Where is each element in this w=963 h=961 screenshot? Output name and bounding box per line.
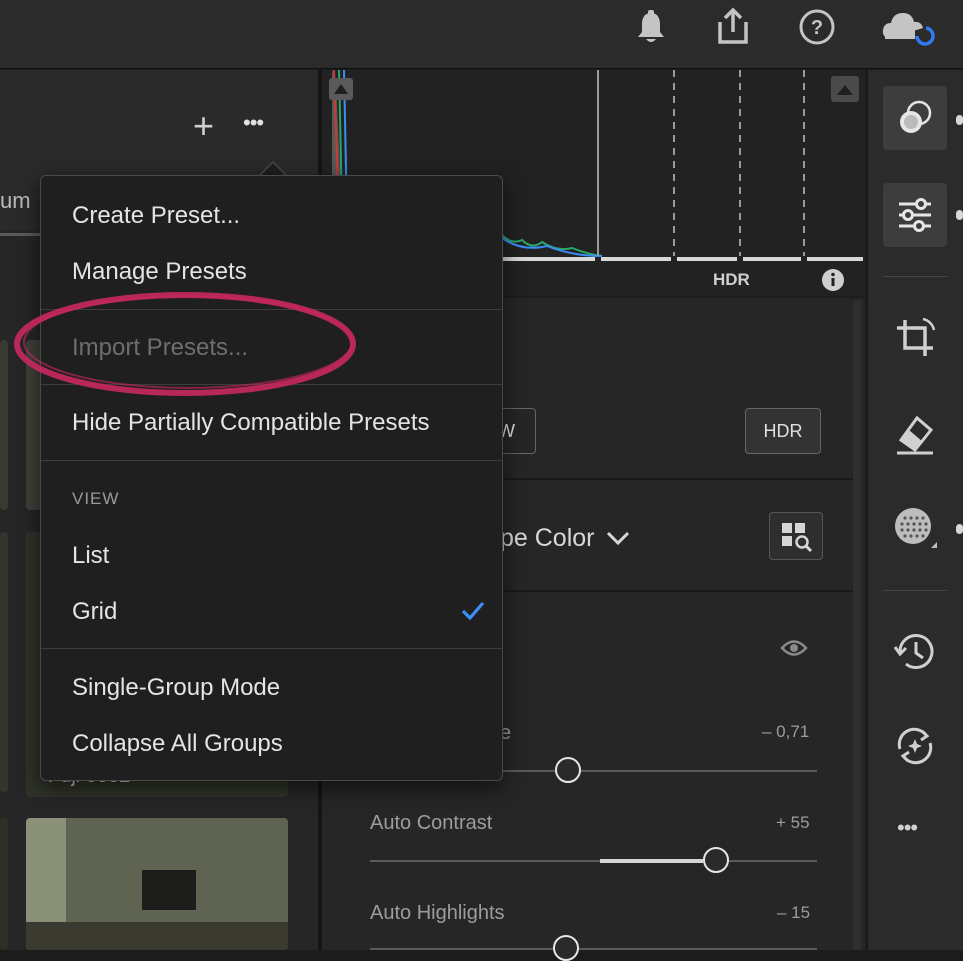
menu-item-grid[interactable]: Grid — [72, 598, 117, 626]
top-bar: ? — [0, 0, 963, 69]
toolbar-separator — [883, 590, 947, 591]
presets-options-menu: Create Preset... Manage Presets Import P… — [40, 175, 503, 781]
preset-thumbnail-room[interactable] — [26, 818, 288, 950]
menu-item-collapse-all-groups[interactable]: Collapse All Groups — [72, 730, 283, 758]
versions-icon — [897, 727, 933, 765]
scrollbar[interactable] — [853, 300, 861, 950]
chevron-down-icon — [606, 531, 629, 546]
versions-tool-button[interactable] — [883, 714, 947, 778]
auto-contrast-fill — [600, 859, 703, 863]
crop-tool-button[interactable] — [883, 306, 947, 370]
edit-sliders-icon — [899, 198, 931, 232]
toolbar-separator — [883, 276, 947, 277]
profile-name: pe Color — [500, 523, 595, 552]
presets-tool-button[interactable] — [883, 86, 947, 150]
slider-value: – 0,71 — [762, 722, 810, 741]
indicator-dot — [956, 524, 963, 534]
presets-icon — [900, 100, 932, 133]
auto-highlights-thumb[interactable] — [553, 935, 579, 961]
menu-separator — [41, 460, 502, 461]
slider-track[interactable] — [503, 770, 817, 772]
profile-browser-button[interactable] — [769, 512, 823, 560]
info-icon[interactable] — [821, 268, 845, 292]
share-icon[interactable] — [714, 6, 752, 46]
svg-text:?: ? — [811, 17, 823, 39]
indicator-dot — [956, 210, 963, 220]
menu-section-view: VIEW — [72, 489, 120, 508]
highlight-ellipse-annotation — [14, 292, 356, 396]
auto-highlights-label: Auto Highlights — [370, 902, 505, 924]
preset-thumbnail[interactable] — [0, 532, 8, 792]
histogram-hdr-label: HDR — [713, 270, 750, 289]
auto-contrast-thumb[interactable] — [703, 847, 729, 873]
indicator-dot — [956, 115, 963, 125]
bell-icon[interactable] — [634, 10, 668, 46]
healing-eraser-icon — [897, 415, 934, 455]
eye-icon[interactable] — [780, 637, 808, 659]
auto-contrast-label: Auto Contrast — [370, 812, 493, 834]
presets-tab-partial[interactable]: um — [0, 188, 31, 214]
masking-icon — [895, 508, 937, 548]
help-icon[interactable]: ? — [798, 8, 836, 46]
slider-thumb[interactable] — [555, 757, 581, 783]
tab-divider — [0, 233, 40, 236]
edit-tool-button[interactable] — [883, 183, 947, 247]
more-tools-button[interactable]: ••• — [897, 815, 918, 841]
menu-item-create-preset[interactable]: Create Preset... — [72, 202, 240, 230]
presets-more-button[interactable]: ••• — [243, 110, 264, 136]
menu-item-hide-partially-compatible[interactable]: Hide Partially Compatible Presets — [72, 409, 429, 437]
menu-item-manage-presets[interactable]: Manage Presets — [72, 258, 247, 286]
history-icon — [893, 634, 934, 669]
preset-thumbnail[interactable] — [0, 340, 8, 510]
crop-icon — [897, 317, 936, 356]
hdr-mode-button[interactable]: HDR — [745, 408, 821, 454]
menu-item-list[interactable]: List — [72, 542, 109, 570]
history-tool-button[interactable] — [883, 620, 947, 684]
auto-contrast-track[interactable] — [370, 860, 817, 862]
profile-dropdown[interactable]: pe Color — [500, 518, 631, 558]
menu-separator — [41, 648, 502, 649]
grid-search-icon — [782, 523, 813, 553]
auto-contrast-value: + 55 — [776, 813, 810, 832]
checkmark-icon — [461, 601, 485, 621]
histogram-highlight-clip-button[interactable] — [831, 76, 859, 102]
cloud-sync-icon[interactable] — [880, 6, 940, 48]
menu-item-single-group-mode[interactable]: Single-Group Mode — [72, 674, 280, 702]
healing-tool-button[interactable] — [883, 402, 947, 466]
histogram-shadow-clip-button[interactable] — [329, 78, 353, 100]
auto-highlights-value: – 15 — [777, 903, 811, 922]
add-preset-button[interactable]: + — [193, 106, 214, 146]
masking-tool-button[interactable] — [883, 496, 947, 560]
preset-thumbnail[interactable] — [0, 818, 8, 950]
